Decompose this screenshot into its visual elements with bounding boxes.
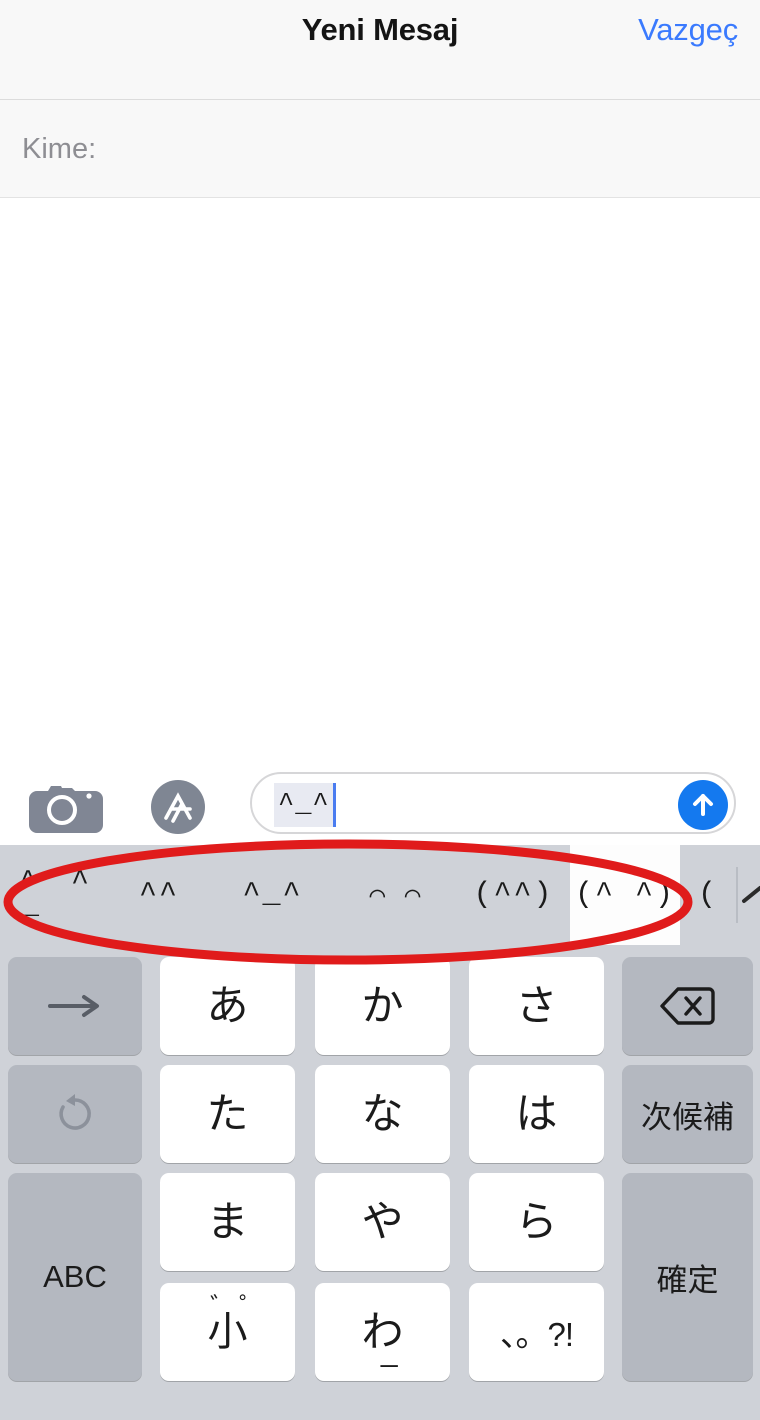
camera-button[interactable] xyxy=(26,778,106,834)
key-label: さ xyxy=(515,982,558,1029)
chevron-up-icon xyxy=(738,881,760,909)
navigation-bar: Yeni Mesaj Vazgeç xyxy=(0,0,760,100)
key-delete[interactable] xyxy=(622,957,753,1055)
key-abc[interactable]: ABC xyxy=(8,1173,142,1381)
key-label: た xyxy=(206,1090,249,1137)
key-label: あ xyxy=(206,982,249,1029)
key-ta[interactable]: た xyxy=(160,1065,295,1163)
key-label: ま xyxy=(206,1198,249,1245)
japanese-kana-keyboard[interactable]: あ か さ た な は 次候補 ABC 確定 ま や ら ゛゜ 小 わ _ 、。… xyxy=(0,945,760,1420)
key-label: 、。?! xyxy=(499,1316,574,1353)
key-ma[interactable]: ま xyxy=(160,1173,295,1271)
key-wa[interactable]: わ _ xyxy=(315,1283,450,1381)
camera-icon xyxy=(29,779,103,833)
key-arrow-right[interactable] xyxy=(8,957,142,1055)
candidate-item[interactable]: ( xyxy=(680,845,736,945)
message-input-value[interactable]: ^_^ xyxy=(274,783,336,827)
send-button[interactable] xyxy=(678,780,728,830)
phone-screen: Yeni Mesaj Vazgeç Kime: ^_^ ^ ^ _ ^^ ^_^… xyxy=(0,0,760,1420)
key-ka[interactable]: か xyxy=(315,957,450,1055)
recipient-label: Kime: xyxy=(22,133,97,165)
undo-icon xyxy=(52,1091,98,1137)
arrow-right-icon xyxy=(46,993,104,1019)
key-sublabel: _ xyxy=(380,1335,398,1368)
key-punctuation[interactable]: 、。?! xyxy=(469,1283,604,1381)
home-indicator-area xyxy=(0,1398,760,1420)
cancel-button[interactable]: Vazgeç xyxy=(638,12,738,48)
key-ra[interactable]: ら xyxy=(469,1173,604,1271)
key-label: や xyxy=(361,1198,404,1245)
candidate-item-selected[interactable]: (^ ^) xyxy=(570,845,680,945)
candidate-bar[interactable]: ^ ^ _ ^^ ^_^ ⌒ ⌒ (^^) (^ ^) ( xyxy=(0,845,760,945)
candidate-item[interactable]: (^^) xyxy=(457,845,570,945)
key-next-candidate[interactable]: 次候補 xyxy=(622,1065,753,1163)
key-label: は xyxy=(515,1090,558,1137)
app-store-icon xyxy=(149,778,207,836)
key-label: な xyxy=(361,1090,404,1137)
key-undo[interactable] xyxy=(8,1065,142,1163)
candidate-bottom-line: _ xyxy=(20,889,41,923)
app-store-button[interactable] xyxy=(142,778,214,836)
candidate-item[interactable]: ^ ^ _ xyxy=(0,845,108,945)
key-a[interactable]: あ xyxy=(160,957,295,1055)
dakuten-marks: ゛゜ xyxy=(210,1293,269,1321)
recipient-field[interactable]: Kime: xyxy=(0,100,760,198)
conversation-area xyxy=(0,198,760,760)
key-label: ら xyxy=(515,1198,558,1245)
arrow-up-icon xyxy=(688,790,718,820)
key-sa[interactable]: さ xyxy=(469,957,604,1055)
delete-backward-icon xyxy=(659,985,717,1027)
expand-candidates-button[interactable] xyxy=(738,845,760,945)
message-input-field[interactable]: ^_^ xyxy=(250,772,736,834)
candidate-item[interactable]: ^^ xyxy=(108,845,210,945)
key-small-dakuten[interactable]: ゛゜ 小 xyxy=(160,1283,295,1381)
key-na[interactable]: な xyxy=(315,1065,450,1163)
key-ha[interactable]: は xyxy=(469,1065,604,1163)
candidate-item[interactable]: ^_^ xyxy=(210,845,335,945)
key-label: か xyxy=(361,982,404,1029)
key-confirm[interactable]: 確定 xyxy=(622,1173,753,1381)
key-ya[interactable]: や xyxy=(315,1173,450,1271)
candidate-item[interactable]: ⌒ ⌒ xyxy=(335,845,457,945)
